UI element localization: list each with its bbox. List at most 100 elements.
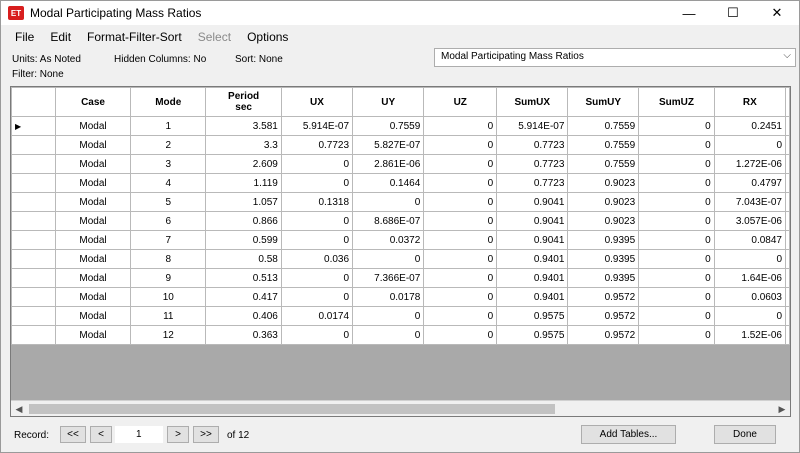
table-cell[interactable]: 0	[352, 306, 425, 326]
table-cell[interactable]: 0.417	[205, 287, 282, 307]
table-cell[interactable]: 1.057	[205, 192, 282, 212]
table-cell[interactable]: 1	[130, 116, 207, 136]
table-cell[interactable]: 3.581	[205, 116, 282, 136]
table-cell[interactable]: 12	[130, 325, 207, 345]
column-header[interactable]: SumUY	[567, 87, 640, 117]
table-cell[interactable]: 0	[280, 211, 354, 231]
row-selector[interactable]	[11, 325, 56, 345]
table-cell[interactable]: 0	[638, 135, 715, 155]
menu-file[interactable]: File	[7, 30, 42, 44]
table-cell[interactable]: 10	[130, 287, 207, 307]
table-cell[interactable]: 0	[423, 116, 498, 136]
scrollbar-thumb[interactable]	[29, 404, 555, 414]
table-cell[interactable]: 0	[638, 154, 715, 174]
row-selector[interactable]	[11, 173, 56, 193]
table-cell[interactable]: 2.861E-06	[352, 154, 425, 174]
table-cell[interactable]: 5.827E-07	[352, 135, 425, 155]
table-cell[interactable]: 0.9401	[496, 249, 569, 269]
table-cell[interactable]: 0.0603	[713, 287, 787, 307]
table-row[interactable]: Modal 3 2.609 0 2.861E-06 0 0.7723 0.7559 0 1.272…	[11, 154, 790, 174]
table-cell[interactable]: 0	[280, 230, 354, 250]
table-cell[interactable]: 1.272E-06	[713, 154, 787, 174]
column-header[interactable]: UX	[280, 87, 354, 117]
table-cell[interactable]: 0.0178	[352, 287, 425, 307]
row-selector[interactable]	[11, 211, 56, 231]
table-cell[interactable]: 0.7723	[496, 173, 569, 193]
row-selector[interactable]	[11, 249, 56, 269]
column-header[interactable]: UZ	[423, 87, 498, 117]
row-selector[interactable]	[11, 268, 56, 288]
menu-edit[interactable]: Edit	[42, 30, 79, 44]
table-cell[interactable]: 2.609	[205, 154, 282, 174]
table-cell[interactable]: 2	[130, 135, 207, 155]
table-cell[interactable]: 0	[280, 154, 354, 174]
table-cell[interactable]: 0	[638, 249, 715, 269]
table-row[interactable]: Modal 5 1.057 0.1318 0 0 0.9041 0.9023 0 7.043E-0…	[11, 192, 790, 212]
table-cell[interactable]: 0	[280, 287, 354, 307]
row-selector[interactable]	[11, 306, 56, 326]
table-cell[interactable]: 0.7559	[567, 154, 640, 174]
table-cell[interactable]: 0.9023	[567, 173, 640, 193]
table-cell[interactable]: 0.9041	[496, 211, 569, 231]
table-cell[interactable]: Modal	[54, 154, 132, 174]
table-cell[interactable]: 0	[423, 173, 498, 193]
table-cell[interactable]: 3.057E-06	[713, 211, 787, 231]
close-button[interactable]: ✕	[755, 1, 799, 25]
table-cell[interactable]: 0	[352, 249, 425, 269]
table-cell[interactable]: 0	[638, 287, 715, 307]
row-selector[interactable]	[11, 154, 56, 174]
table-cell[interactable]: 0.4797	[713, 173, 787, 193]
table-cell[interactable]: 0	[638, 211, 715, 231]
table-cell[interactable]: 0	[638, 192, 715, 212]
menu-options[interactable]: Options	[239, 30, 296, 44]
minimize-button[interactable]: —	[667, 1, 711, 25]
table-cell[interactable]: Modal	[54, 230, 132, 250]
table-cell[interactable]: 3.3	[205, 135, 282, 155]
table-cell[interactable]: 1.64E-06	[713, 268, 787, 288]
table-cell[interactable]: Modal	[54, 192, 132, 212]
column-header[interactable]: RX	[713, 87, 787, 117]
table-cell[interactable]: 0	[423, 325, 498, 345]
table-cell[interactable]: 0.9041	[496, 230, 569, 250]
table-selector-dropdown[interactable]: Modal Participating Mass Ratios ⌵	[434, 48, 796, 67]
table-cell[interactable]: 0.9401	[496, 287, 569, 307]
table-cell[interactable]: 8.686E-07	[352, 211, 425, 231]
table-row[interactable]: Modal 6 0.866 0 8.686E-07 0 0.9041 0.9023 0 3.057…	[11, 211, 790, 231]
record-number-input[interactable]: 1	[115, 426, 163, 443]
table-cell[interactable]: 0	[713, 306, 787, 326]
table-cell[interactable]: 0.9572	[567, 287, 640, 307]
table-cell[interactable]: 0	[423, 211, 498, 231]
table-cell[interactable]: 1.52E-06	[713, 325, 787, 345]
column-header[interactable]: SumUZ	[638, 87, 715, 117]
table-cell[interactable]: 0	[423, 192, 498, 212]
table-cell[interactable]: Modal	[54, 173, 132, 193]
table-cell[interactable]: 0.1464	[352, 173, 425, 193]
horizontal-scrollbar[interactable]: ◀ ▶	[11, 400, 790, 416]
column-header[interactable]: Period sec	[205, 87, 282, 117]
table-row[interactable]: Modal 7 0.599 0 0.0372 0 0.9041 0.9395 0 0.0847	[11, 230, 790, 250]
table-cell[interactable]: 0	[638, 230, 715, 250]
table-cell[interactable]: 0.0847	[713, 230, 787, 250]
table-cell[interactable]: 4	[130, 173, 207, 193]
table-cell[interactable]: Modal	[54, 249, 132, 269]
table-cell[interactable]: 0.0174	[280, 306, 354, 326]
table-cell[interactable]: 8	[130, 249, 207, 269]
data-grid[interactable]: Case Mode Period sec UX UY UZ SumUX SumUY SumUZ RX…	[10, 86, 791, 417]
table-cell[interactable]: 11	[130, 306, 207, 326]
table-cell[interactable]: 0	[423, 154, 498, 174]
table-cell[interactable]: 0.9023	[567, 211, 640, 231]
table-cell[interactable]: 0.513	[205, 268, 282, 288]
table-cell[interactable]: 0	[638, 325, 715, 345]
table-cell[interactable]: 0	[423, 230, 498, 250]
table-cell[interactable]: 0	[423, 249, 498, 269]
row-selector[interactable]	[11, 192, 56, 212]
table-cell[interactable]: 0.0372	[352, 230, 425, 250]
table-row[interactable]: Modal 2 3.3 0.7723 5.827E-07 0 0.7723 0.7559 0 0	[11, 135, 790, 155]
table-cell[interactable]: 0	[423, 268, 498, 288]
table-cell[interactable]: 7.043E-07	[713, 192, 787, 212]
table-row[interactable]: Modal 4 1.119 0 0.1464 0 0.7723 0.9023 0 0.4797	[11, 173, 790, 193]
column-header[interactable]: Case	[54, 87, 132, 117]
scroll-right-icon[interactable]: ▶	[774, 401, 790, 417]
column-header[interactable]: Mode	[130, 87, 207, 117]
table-cell[interactable]: 0	[280, 173, 354, 193]
